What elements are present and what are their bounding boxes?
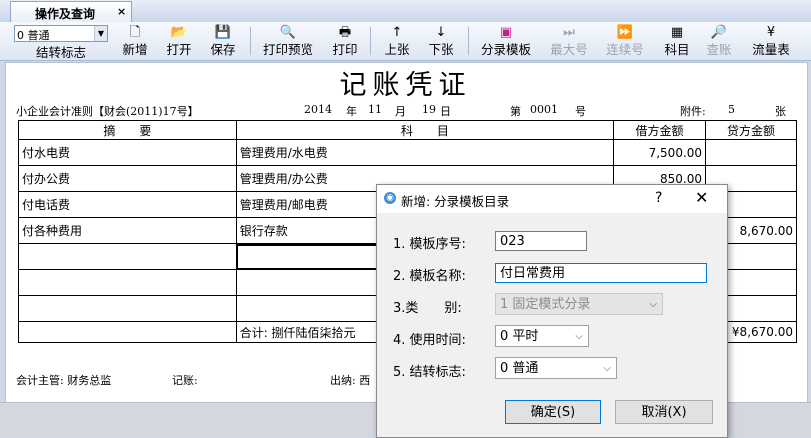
usage-time-label: 4. 使用时间: xyxy=(393,333,466,348)
account-button[interactable]: ▦ 科目 xyxy=(660,24,694,58)
voucher-day: 19 xyxy=(422,103,436,116)
chevron-down-icon: ⌵ xyxy=(575,331,583,342)
summary-cell[interactable] xyxy=(18,269,237,296)
month-unit: 月 xyxy=(395,105,406,118)
toolbar-divider xyxy=(250,27,251,55)
new-button[interactable]: 🗋 新增 xyxy=(118,24,152,58)
total-blank xyxy=(18,321,237,343)
search-icon: 🔎 xyxy=(710,25,728,40)
attachment-unit: 张 xyxy=(775,105,786,118)
toolbar-divider xyxy=(370,27,371,55)
bookkeeper: 记账: xyxy=(172,374,198,387)
cashier: 出纳: 西 xyxy=(330,374,371,387)
toolbar: 0 普通 ▼ 结转标志 🗋 新增 📂 打开 💾 保存 🔍 打印预览 🖶 打印 ↑ 上张 ↓ 下… xyxy=(0,22,811,61)
ok-button[interactable]: 确定(S) xyxy=(505,400,601,424)
app-icon: ◉ xyxy=(384,192,396,204)
next-voucher-button[interactable]: ↓ 下张 xyxy=(424,24,458,58)
credit-cell[interactable] xyxy=(705,139,797,166)
save-icon: 💾 xyxy=(214,25,232,40)
year-unit: 年 xyxy=(346,105,357,118)
category-label: 3.类 别: xyxy=(393,301,462,316)
category-value: 1 固定模式分录 xyxy=(500,297,591,312)
print-preview-icon: 🔍 xyxy=(279,25,297,40)
carryover-flag-dialog-value: 0 普通 xyxy=(500,361,539,376)
number-label: 第 xyxy=(510,105,521,118)
print-preview-button[interactable]: 🔍 打印预览 xyxy=(258,24,318,58)
skip-end-icon: ⏭ xyxy=(563,25,575,40)
voucher-number: 0001 xyxy=(530,103,558,116)
chevron-down-icon: ⌵ xyxy=(649,299,657,310)
attachment-count: 5 xyxy=(728,103,735,116)
dialog-titlebar: ◉ 新增: 分录模板目录 ? ✕ xyxy=(377,185,727,213)
voucher-year: 2014 xyxy=(304,103,332,116)
day-unit: 日 xyxy=(440,105,451,118)
table-row[interactable]: 付水电费 管理费用/水电费 7,500.00 xyxy=(18,139,797,166)
category-select[interactable]: 1 固定模式分录 ⌵ xyxy=(495,293,663,315)
close-icon[interactable]: × xyxy=(117,5,126,18)
voucher-month: 11 xyxy=(368,103,382,116)
tab-label: 操作及查询 xyxy=(35,7,96,21)
arrow-down-icon: ↓ xyxy=(435,25,447,40)
account-cell[interactable]: 管理费用/水电费 xyxy=(235,139,615,166)
table-header-row: 摘 要 科 目 借方金额 贷方金额 xyxy=(18,120,797,140)
header-summary: 摘 要 xyxy=(18,120,237,140)
arrow-up-icon: ↑ xyxy=(391,25,403,40)
summary-cell[interactable] xyxy=(18,243,237,270)
tab-bar: 操作及查询 × xyxy=(0,0,811,23)
folder-open-icon: 📂 xyxy=(170,25,188,40)
template-name-input[interactable]: 付日常费用 xyxy=(495,263,707,283)
carryover-flag-dialog-label: 5. 结转标志: xyxy=(393,365,466,380)
tab-operations-query[interactable]: 操作及查询 × xyxy=(10,1,132,23)
attachment-label: 附件: xyxy=(680,105,706,118)
toolbar-divider xyxy=(468,27,469,55)
save-button[interactable]: 💾 保存 xyxy=(206,24,240,58)
carryover-flag-label: 结转标志 xyxy=(36,45,87,60)
entry-template-dialog: ◉ 新增: 分录模板目录 ? ✕ 1. 模板序号: 023 2. 模板名称: 付… xyxy=(376,184,728,438)
carryover-flag-dialog-select[interactable]: 0 普通 ⌵ xyxy=(495,357,617,379)
summary-cell[interactable]: 付水电费 xyxy=(18,139,237,166)
template-icon: ▣ xyxy=(499,25,513,40)
usage-time-select[interactable]: 0 平时 ⌵ xyxy=(495,325,589,347)
template-seq-input[interactable]: 023 xyxy=(495,231,587,251)
entry-template-button[interactable]: ▣ 分录模板 xyxy=(476,24,536,58)
print-button[interactable]: 🖶 打印 xyxy=(328,24,362,58)
debit-cell[interactable]: 7,500.00 xyxy=(613,139,707,166)
accounting-supervisor: 会计主管: 财务总监 xyxy=(16,374,112,387)
account-icon: ▦ xyxy=(670,25,684,40)
summary-cell[interactable]: 付各种费用 xyxy=(18,217,237,244)
voucher-title: 记账凭证 xyxy=(339,70,472,101)
chevron-down-icon: ⌵ xyxy=(603,363,611,374)
template-name-label: 2. 模板名称: xyxy=(393,269,466,284)
max-number-button[interactable]: ⏭ 最大号 xyxy=(546,24,592,58)
yen-icon: ¥ xyxy=(766,25,776,40)
dialog-title: 新增: 分录模板目录 xyxy=(401,194,510,209)
header-credit: 贷方金额 xyxy=(705,120,797,140)
cashflow-button[interactable]: ¥ 流量表 xyxy=(748,24,794,58)
sequential-number-button[interactable]: ⏩ 连续号 xyxy=(602,24,648,58)
carryover-flag-select[interactable]: 0 普通 ▼ xyxy=(14,25,108,42)
check-account-button[interactable]: 🔎 查账 xyxy=(702,24,736,58)
accounting-standard: 小企业会计准则【财会(2011)17号】 xyxy=(16,105,199,118)
help-icon[interactable]: ? xyxy=(655,190,662,206)
chevron-down-icon[interactable]: ▼ xyxy=(94,26,107,41)
cancel-button[interactable]: 取消(X) xyxy=(615,400,713,424)
new-document-icon: 🗋 xyxy=(129,25,141,40)
header-account: 科 目 xyxy=(235,120,615,140)
summary-cell[interactable]: 付办公费 xyxy=(18,165,237,192)
previous-voucher-button[interactable]: ↑ 上张 xyxy=(380,24,414,58)
printer-icon: 🖶 xyxy=(338,25,352,40)
fast-forward-icon: ⏩ xyxy=(616,25,634,40)
close-icon[interactable]: ✕ xyxy=(695,188,708,207)
carryover-flag-value: 0 普通 xyxy=(17,29,50,42)
summary-cell[interactable] xyxy=(18,295,237,322)
number-unit: 号 xyxy=(575,105,586,118)
usage-time-value: 0 平时 xyxy=(500,329,539,344)
open-button[interactable]: 📂 打开 xyxy=(162,24,196,58)
summary-cell[interactable]: 付电话费 xyxy=(18,191,237,218)
template-seq-label: 1. 模板序号: xyxy=(393,237,466,252)
header-debit: 借方金额 xyxy=(613,120,707,140)
